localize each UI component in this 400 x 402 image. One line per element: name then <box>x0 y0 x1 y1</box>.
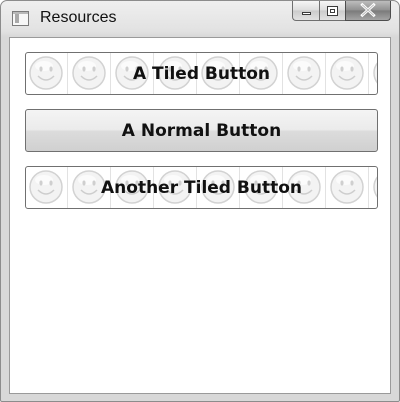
normal-button[interactable]: A Normal Button <box>25 109 378 152</box>
app-window: Resources A Tiled Button A Normal Button <box>0 0 400 402</box>
window-icon[interactable] <box>12 11 29 26</box>
another-tiled-button[interactable]: Another Tiled Button <box>25 166 378 209</box>
another-tiled-button-label: Another Tiled Button <box>101 177 302 198</box>
maximize-button[interactable] <box>319 1 345 21</box>
title-bar[interactable]: Resources <box>1 1 399 37</box>
maximize-icon <box>327 6 338 16</box>
window-title: Resources <box>40 9 117 26</box>
close-button[interactable] <box>345 1 391 21</box>
minimize-button[interactable] <box>292 1 319 21</box>
caption-buttons <box>292 1 391 21</box>
normal-button-label: A Normal Button <box>121 120 282 141</box>
close-icon <box>360 2 376 18</box>
minimize-icon <box>302 12 311 15</box>
tiled-button-label: A Tiled Button <box>132 63 271 84</box>
window-content: A Tiled Button A Normal Button Another T… <box>9 37 391 394</box>
tiled-button[interactable]: A Tiled Button <box>25 52 378 95</box>
